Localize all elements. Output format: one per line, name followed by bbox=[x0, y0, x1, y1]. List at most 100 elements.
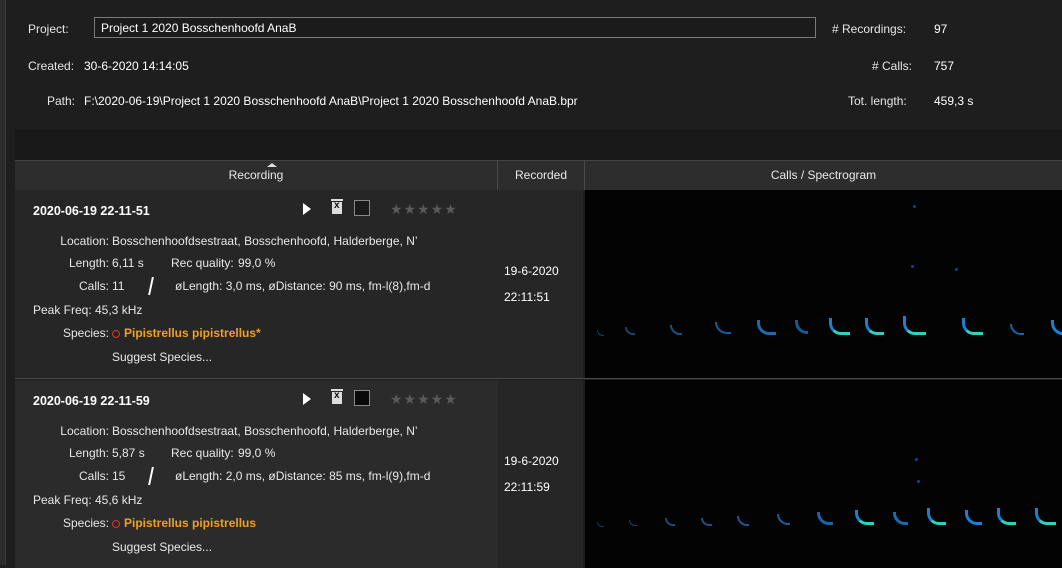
play-icon[interactable] bbox=[303, 203, 311, 215]
call-mark bbox=[927, 508, 946, 525]
trash-icon[interactable] bbox=[331, 199, 343, 214]
recordings-count-label: # Recordings: bbox=[832, 22, 907, 36]
peak-freq-label: Peak Freq: bbox=[33, 493, 92, 507]
species-name[interactable]: Pipistrellus pipistrellus bbox=[124, 516, 256, 530]
row-divider bbox=[15, 378, 1062, 379]
call-mark bbox=[817, 512, 833, 525]
total-length-value: 459,3 s bbox=[934, 94, 974, 108]
calls-value: 11 bbox=[112, 279, 125, 293]
suggest-species-link[interactable]: Suggest Species... bbox=[112, 540, 212, 554]
column-label: Calls / Spectrogram bbox=[770, 168, 877, 182]
star-rating[interactable]: ★★★★★ bbox=[390, 201, 458, 218]
peak-freq-label: Peak Freq: bbox=[33, 303, 92, 317]
call-mark bbox=[701, 518, 712, 526]
project-name-input[interactable] bbox=[94, 17, 816, 38]
calls-label: Calls: bbox=[78, 469, 109, 483]
peak-freq-value: 45,6 kHz bbox=[95, 493, 143, 507]
location-label: Location: bbox=[60, 234, 109, 248]
call-mark bbox=[597, 330, 604, 336]
table-header: Recording Recorded Calls / Spectrogram bbox=[15, 160, 1062, 190]
column-header-recorded[interactable]: Recorded bbox=[498, 161, 585, 190]
path-label: Path: bbox=[47, 94, 76, 108]
quality-value: 99,0 % bbox=[238, 446, 276, 460]
call-mark bbox=[625, 327, 635, 335]
noise-mark bbox=[913, 205, 916, 208]
sort-ascending-icon bbox=[267, 163, 277, 167]
length-value: 5,87 s bbox=[112, 446, 145, 460]
table-row[interactable]: 2020-06-19 22-11-59 ★★★★★ Location: Boss… bbox=[15, 380, 1062, 568]
suggest-species-link[interactable]: Suggest Species... bbox=[112, 350, 212, 364]
call-mark bbox=[665, 518, 675, 526]
spacer-band bbox=[15, 130, 1062, 160]
call-mark bbox=[629, 520, 637, 526]
species-name[interactable]: Pipistrellus pipistrellus* bbox=[124, 326, 261, 340]
noise-mark bbox=[915, 458, 918, 461]
star-rating[interactable]: ★★★★★ bbox=[390, 391, 458, 408]
spectrogram[interactable] bbox=[585, 380, 1062, 568]
call-mark bbox=[757, 320, 776, 335]
call-mark bbox=[795, 320, 808, 334]
species-marker-icon bbox=[112, 329, 120, 338]
call-mark bbox=[737, 516, 749, 526]
call-mark bbox=[670, 325, 682, 335]
recorded-cell: 19-6-2020 22:11:51 bbox=[498, 190, 583, 378]
quality-label: Rec quality: bbox=[171, 256, 234, 270]
call-mark bbox=[1010, 324, 1024, 335]
species-label: Species: bbox=[62, 516, 109, 530]
call-mark bbox=[893, 512, 908, 525]
created-label: Created: bbox=[28, 59, 75, 73]
calls-label: Calls: bbox=[78, 279, 109, 293]
calls-value: 15 bbox=[112, 469, 126, 483]
call-bracket-icon bbox=[148, 277, 157, 295]
recording-title: 2020-06-19 22-11-51 bbox=[33, 204, 150, 218]
noise-mark bbox=[955, 268, 958, 271]
length-label: Length: bbox=[68, 256, 109, 270]
recording-cell: 2020-06-19 22-11-51 ★★★★★ Location: Boss… bbox=[15, 190, 498, 378]
column-header-recording[interactable]: Recording bbox=[15, 161, 498, 190]
left-border bbox=[0, 0, 6, 565]
select-checkbox[interactable] bbox=[354, 390, 370, 406]
call-bracket-icon bbox=[148, 467, 157, 485]
species-label: Species: bbox=[62, 326, 109, 340]
column-label: Recorded bbox=[514, 168, 568, 182]
species-value: Pipistrellus pipistrellus bbox=[112, 516, 256, 530]
call-mark bbox=[1035, 508, 1056, 525]
quality-value: 99,0 % bbox=[238, 256, 276, 270]
call-mark bbox=[965, 510, 982, 525]
trash-icon[interactable] bbox=[331, 389, 343, 404]
play-icon[interactable] bbox=[303, 393, 311, 405]
recorded-cell: 19-6-2020 22:11:59 bbox=[498, 380, 583, 568]
call-mark bbox=[865, 318, 884, 335]
species-value: Pipistrellus pipistrellus* bbox=[112, 326, 261, 340]
length-label: Length: bbox=[68, 446, 109, 460]
call-mark bbox=[1051, 320, 1062, 335]
length-value: 6,11 s bbox=[112, 256, 144, 270]
noise-mark bbox=[911, 265, 914, 268]
calls-detail: øLength: 2,0 ms, øDistance: 85 ms, fm-l(… bbox=[175, 469, 431, 483]
call-mark bbox=[962, 318, 983, 335]
calls-count-value: 757 bbox=[934, 59, 955, 73]
select-checkbox[interactable] bbox=[354, 200, 370, 216]
location-value: Bosschenhoofdsestraat, Bosschenhoofd, Ha… bbox=[112, 424, 418, 438]
column-header-calls-spectrogram[interactable]: Calls / Spectrogram bbox=[585, 161, 1062, 190]
recordings-count-value: 97 bbox=[934, 22, 948, 36]
peak-freq-value: 45,3 kHz bbox=[95, 303, 143, 317]
project-label: Project: bbox=[28, 22, 69, 36]
location-label: Location: bbox=[60, 424, 109, 438]
recorded-date: 19-6-2020 bbox=[504, 454, 559, 468]
calls-detail: øLength: 3,0 ms, øDistance: 90 ms, fm-l(… bbox=[175, 279, 431, 293]
spectrogram[interactable] bbox=[585, 190, 1062, 378]
table-row[interactable]: 2020-06-19 22-11-51 ★★★★★ Location: Boss… bbox=[15, 190, 1062, 379]
call-mark bbox=[777, 514, 790, 525]
recording-cell: 2020-06-19 22-11-59 ★★★★★ Location: Boss… bbox=[15, 380, 498, 568]
quality-label: Rec quality: bbox=[171, 446, 234, 460]
total-length-label: Tot. length: bbox=[848, 94, 907, 108]
calls-count-label: # Calls: bbox=[872, 59, 913, 73]
recorded-time: 22:11:59 bbox=[504, 480, 550, 494]
call-mark bbox=[597, 522, 604, 527]
recording-title: 2020-06-19 22-11-59 bbox=[33, 394, 150, 408]
column-label: Recording bbox=[228, 168, 284, 182]
call-mark bbox=[903, 316, 926, 335]
location-value: Bosschenhoofdsestraat, Bosschenhoofd, Ha… bbox=[112, 234, 418, 248]
created-value: 30-6-2020 14:14:05 bbox=[84, 59, 189, 73]
